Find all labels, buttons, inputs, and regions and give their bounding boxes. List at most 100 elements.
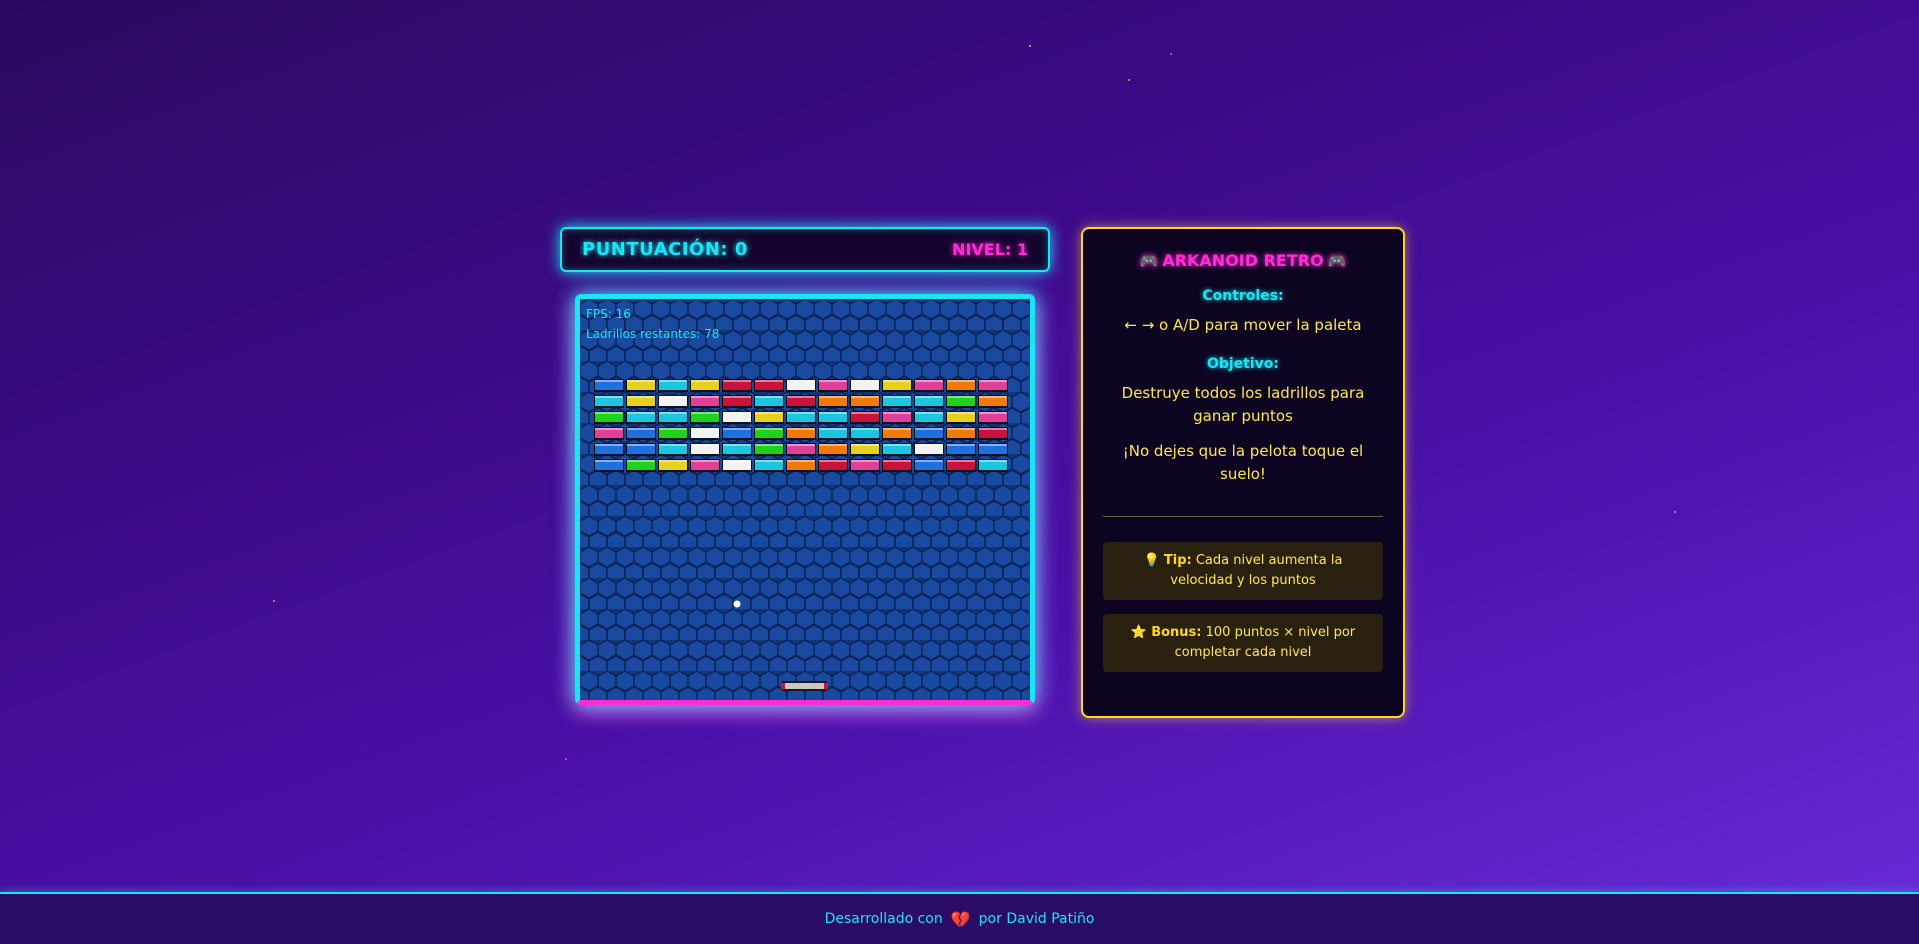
gamepad-icon: 🎮: [1327, 252, 1347, 270]
footer-text-after: por David Patiño: [978, 911, 1095, 927]
tip-box: 💡 Tip: Cada nivel aumenta la velocidad y…: [1103, 542, 1383, 600]
brick: [914, 459, 944, 472]
brick: [946, 411, 976, 424]
brick: [914, 379, 944, 392]
brick: [850, 459, 880, 472]
brick: [946, 427, 976, 440]
brick: [626, 395, 656, 408]
brick: [978, 379, 1008, 392]
brick: [978, 395, 1008, 408]
brick: [626, 427, 656, 440]
brick: [690, 427, 720, 440]
brick: [978, 459, 1008, 472]
brick: [978, 427, 1008, 440]
level-label: NIVEL: 1: [952, 240, 1028, 259]
brick: [658, 427, 688, 440]
brick: [658, 379, 688, 392]
brick: [818, 427, 848, 440]
brick: [850, 411, 880, 424]
brick: [594, 459, 624, 472]
brick: [722, 379, 752, 392]
gamepad-icon: 🎮: [1139, 252, 1159, 270]
bricks-remaining: Ladrillos restantes: 78: [586, 327, 719, 341]
bonus-text: 100 puntos × nivel por completar cada ni…: [1174, 625, 1356, 660]
brick: [882, 379, 912, 392]
brick: [754, 427, 784, 440]
brick: [626, 379, 656, 392]
brick: [658, 411, 688, 424]
game-background: [580, 299, 1030, 700]
paddle[interactable]: [781, 681, 828, 691]
brick: [850, 427, 880, 440]
brick: [882, 427, 912, 440]
brick: [594, 443, 624, 456]
brick: [594, 411, 624, 424]
info-panel: 🎮 ARKANOID RETRO 🎮 Controles: ← → o A/D pa…: [1081, 227, 1405, 718]
brick: [978, 443, 1008, 456]
brick: [850, 395, 880, 408]
panel-title-text: ARKANOID RETRO: [1162, 251, 1324, 270]
star: [1170, 53, 1172, 55]
brick: [818, 411, 848, 424]
ball: [733, 600, 741, 608]
brick: [850, 443, 880, 456]
brick: [754, 379, 784, 392]
controls-title: Controles:: [1202, 288, 1284, 304]
lightbulb-icon: 💡: [1143, 553, 1160, 568]
brick: [594, 427, 624, 440]
brick: [658, 395, 688, 408]
brick: [658, 443, 688, 456]
brick: [946, 459, 976, 472]
brick: [882, 459, 912, 472]
objective-text-2: ¡No dejes que la pelota toque el suelo!: [1122, 442, 1364, 483]
heart-icon: 💔: [950, 909, 971, 929]
controls-text: ← → o A/D para mover la paleta: [1124, 316, 1362, 334]
brick: [626, 443, 656, 456]
brick: [914, 411, 944, 424]
brick: [914, 443, 944, 456]
footer-text-before: Desarrollado con: [824, 911, 943, 927]
brick: [690, 411, 720, 424]
star: [1128, 79, 1130, 81]
bonus-box: ⭐ Bonus: 100 puntos × nivel por completa…: [1103, 614, 1383, 672]
brick: [690, 395, 720, 408]
star: [273, 600, 275, 602]
brick: [882, 395, 912, 408]
brick: [786, 459, 816, 472]
panel-title: 🎮 ARKANOID RETRO 🎮: [1103, 251, 1383, 270]
brick: [946, 395, 976, 408]
game-frame[interactable]: FPS: 16 Ladrillos restantes: 78: [575, 294, 1035, 705]
brick: [690, 459, 720, 472]
fps-counter: FPS: 16: [586, 307, 631, 321]
brick: [690, 443, 720, 456]
brick: [946, 443, 976, 456]
game-canvas[interactable]: FPS: 16 Ladrillos restantes: 78: [580, 299, 1030, 700]
score-bar: PUNTUACIÓN: 0 NIVEL: 1: [560, 227, 1050, 272]
divider: [1103, 516, 1383, 517]
brick: [754, 411, 784, 424]
brick: [626, 459, 656, 472]
objective-title: Objetivo:: [1206, 356, 1280, 372]
brick: [658, 459, 688, 472]
brick: [754, 443, 784, 456]
score-label: PUNTUACIÓN: 0: [582, 239, 748, 260]
brick: [882, 411, 912, 424]
brick: [850, 379, 880, 392]
brick: [594, 379, 624, 392]
tip-label: Tip:: [1163, 553, 1192, 568]
brick: [786, 395, 816, 408]
brick: [594, 395, 624, 408]
star: [1674, 511, 1676, 513]
brick: [722, 411, 752, 424]
brick: [690, 379, 720, 392]
brick: [818, 443, 848, 456]
brick: [978, 411, 1008, 424]
brick: [786, 427, 816, 440]
brick: [786, 411, 816, 424]
brick: [882, 443, 912, 456]
brick: [722, 427, 752, 440]
objective-text-1: Destruye todos los ladrillos para ganar …: [1121, 384, 1365, 425]
star-icon: ⭐: [1130, 625, 1148, 640]
brick: [722, 395, 752, 408]
star: [565, 758, 567, 760]
